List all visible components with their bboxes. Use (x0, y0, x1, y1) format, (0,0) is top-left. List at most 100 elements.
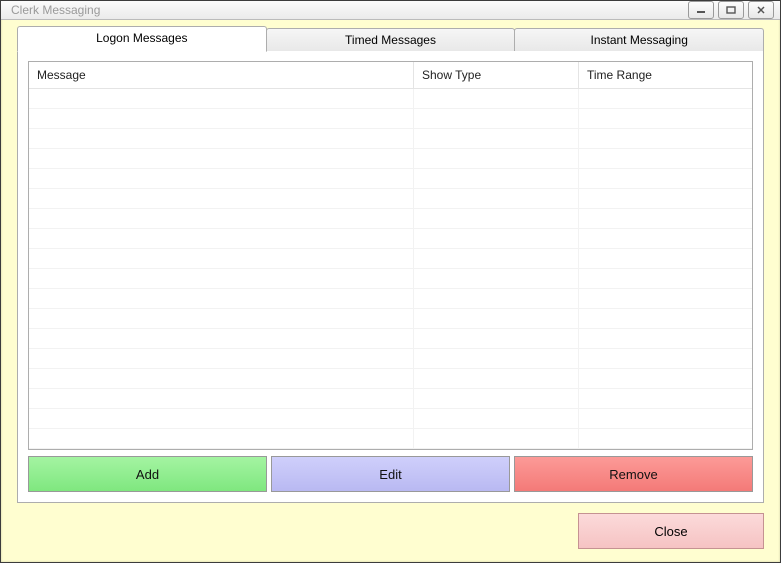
table-cell (579, 109, 752, 128)
table-cell (579, 169, 752, 188)
table-row[interactable] (29, 209, 752, 229)
minimize-icon (696, 6, 706, 14)
table-cell (414, 89, 579, 108)
table-cell (414, 189, 579, 208)
table-row[interactable] (29, 369, 752, 389)
table-cell (29, 329, 414, 348)
window: Clerk Messaging Logon M (0, 0, 781, 563)
table-cell (29, 429, 414, 448)
action-button-row: Add Edit Remove (28, 456, 753, 492)
table-cell (414, 349, 579, 368)
table-cell (29, 109, 414, 128)
table-cell (579, 89, 752, 108)
table-cell (29, 289, 414, 308)
table-cell (29, 349, 414, 368)
close-icon (756, 6, 766, 14)
table-cell (579, 349, 752, 368)
table-cell (29, 209, 414, 228)
table-cell (414, 329, 579, 348)
table-row[interactable] (29, 169, 752, 189)
table-cell (414, 309, 579, 328)
table-cell (414, 389, 579, 408)
tab-timed-messages[interactable]: Timed Messages (266, 28, 516, 51)
table-row[interactable] (29, 249, 752, 269)
table-row[interactable] (29, 309, 752, 329)
table-cell (414, 249, 579, 268)
table-cell (414, 429, 579, 448)
table-cell (414, 369, 579, 388)
table-cell (29, 389, 414, 408)
column-header-time-range[interactable]: Time Range (579, 62, 752, 88)
tab-label: Instant Messaging (590, 33, 687, 47)
client-area: Logon Messages Timed Messages Instant Me… (1, 20, 780, 563)
window-title: Clerk Messaging (11, 3, 688, 17)
tab-panel: Message Show Type Time Range Add Edit Re… (17, 50, 764, 503)
table-cell (579, 289, 752, 308)
minimize-button[interactable] (688, 1, 714, 19)
table-cell (29, 269, 414, 288)
table-row[interactable] (29, 229, 752, 249)
titlebar: Clerk Messaging (1, 1, 780, 20)
grid-body[interactable] (29, 89, 752, 449)
table-cell (29, 229, 414, 248)
close-window-button[interactable] (748, 1, 774, 19)
table-cell (579, 309, 752, 328)
edit-button[interactable]: Edit (271, 456, 510, 492)
add-button[interactable]: Add (28, 456, 267, 492)
table-row[interactable] (29, 89, 752, 109)
tab-logon-messages[interactable]: Logon Messages (17, 26, 267, 52)
column-header-message[interactable]: Message (29, 62, 414, 88)
table-row[interactable] (29, 289, 752, 309)
remove-button[interactable]: Remove (514, 456, 753, 492)
table-cell (414, 269, 579, 288)
table-cell (414, 109, 579, 128)
bottom-bar: Close (17, 513, 764, 549)
tab-label: Timed Messages (345, 33, 436, 47)
table-row[interactable] (29, 129, 752, 149)
table-cell (414, 209, 579, 228)
table-cell (29, 249, 414, 268)
tab-row: Logon Messages Timed Messages Instant Me… (17, 26, 764, 51)
window-controls (688, 1, 774, 19)
table-cell (29, 149, 414, 168)
table-cell (29, 169, 414, 188)
table-cell (414, 229, 579, 248)
table-cell (29, 369, 414, 388)
table-cell (579, 229, 752, 248)
button-label: Add (136, 467, 159, 482)
button-label: Edit (379, 467, 401, 482)
tab-instant-messaging[interactable]: Instant Messaging (514, 28, 764, 51)
table-cell (414, 129, 579, 148)
table-cell (579, 329, 752, 348)
table-cell (414, 409, 579, 428)
table-cell (579, 249, 752, 268)
table-row[interactable] (29, 429, 752, 449)
table-cell (579, 369, 752, 388)
table-cell (29, 189, 414, 208)
maximize-button[interactable] (718, 1, 744, 19)
table-cell (29, 89, 414, 108)
table-row[interactable] (29, 329, 752, 349)
table-cell (414, 169, 579, 188)
close-button[interactable]: Close (578, 513, 764, 549)
table-cell (579, 389, 752, 408)
table-cell (414, 149, 579, 168)
table-row[interactable] (29, 349, 752, 369)
table-cell (579, 409, 752, 428)
table-row[interactable] (29, 149, 752, 169)
tab-label: Logon Messages (96, 31, 187, 45)
table-row[interactable] (29, 189, 752, 209)
table-row[interactable] (29, 109, 752, 129)
table-cell (579, 189, 752, 208)
table-cell (579, 129, 752, 148)
table-cell (579, 269, 752, 288)
button-label: Close (654, 524, 687, 539)
message-grid: Message Show Type Time Range (28, 61, 753, 450)
table-cell (579, 429, 752, 448)
table-row[interactable] (29, 389, 752, 409)
button-label: Remove (609, 467, 657, 482)
column-header-show-type[interactable]: Show Type (414, 62, 579, 88)
table-cell (29, 129, 414, 148)
table-row[interactable] (29, 269, 752, 289)
table-row[interactable] (29, 409, 752, 429)
